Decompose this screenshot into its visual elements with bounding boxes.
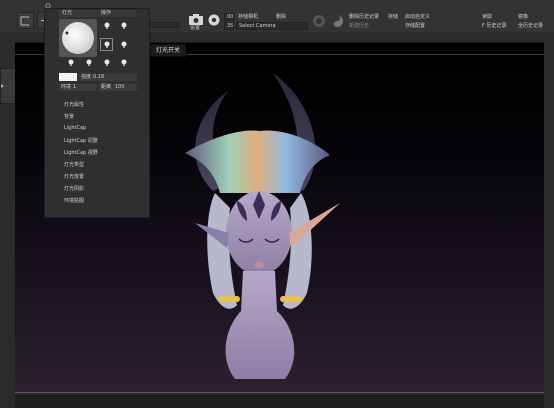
new-history-button[interactable]: 新建历史 xyxy=(349,23,369,29)
film-icon[interactable] xyxy=(206,13,222,27)
full-history-button[interactable]: 全历史记录 xyxy=(518,23,543,29)
light-bulb-icon[interactable] xyxy=(103,22,111,30)
blur-slider[interactable]: 环境 1 xyxy=(59,84,97,91)
menu-environment-map[interactable]: 环境贴图 xyxy=(64,197,84,204)
distance-value: 100 xyxy=(115,84,125,90)
tab-light[interactable]: 灯光 xyxy=(59,10,97,17)
menu-lightcap-view[interactable]: LightCap 视野 xyxy=(64,149,98,156)
read-button[interactable]: 读取 xyxy=(482,14,492,20)
light-panel: 灯光 操作 强度 0.18 环境 1 距离 100 灯光属性 背景 LightC… xyxy=(44,8,150,218)
viewport-bottom-border xyxy=(15,392,544,393)
right-tray xyxy=(544,42,554,408)
tab-light-label: 灯光 xyxy=(62,10,73,16)
delete-history-button[interactable]: 删除历史记录 xyxy=(349,14,379,20)
intensity-slider[interactable]: 强度 0.18 xyxy=(79,74,137,81)
light-bulb-icon[interactable] xyxy=(120,59,128,67)
save-button[interactable]: 存储 xyxy=(388,14,398,20)
menu-lightcap-adjust[interactable]: LightCap 调整 xyxy=(64,137,98,144)
tab-operate[interactable]: 操作 xyxy=(98,10,136,17)
camera-icon-caption: 设置 xyxy=(190,25,201,31)
menu-light-type[interactable]: 灯光类型 xyxy=(64,161,84,168)
save-config-button[interactable]: 存储配置 xyxy=(405,23,425,29)
save-camera-label[interactable]: 存储相机 xyxy=(238,14,258,20)
camera-index-35[interactable]: 35 xyxy=(224,22,234,30)
menu-background[interactable]: 背景 xyxy=(64,113,74,120)
gear-circle-icon[interactable] xyxy=(312,14,326,28)
history-button[interactable]: F 历史记录 xyxy=(482,23,506,29)
draw-tool-button[interactable] xyxy=(17,12,34,29)
distance-label: 距离 xyxy=(101,84,112,90)
menu-light-properties[interactable]: 灯光属性 xyxy=(64,101,84,108)
distance-slider[interactable]: 距离 100 xyxy=(99,84,137,91)
menu-lightcap[interactable]: LightCap xyxy=(64,125,86,131)
menu-light-placement[interactable]: 灯光放置 xyxy=(64,173,84,180)
tab-operate-label: 操作 xyxy=(101,10,112,16)
delete-camera-button[interactable]: 删除 xyxy=(276,14,286,20)
select-camera-field[interactable]: Select Camera xyxy=(236,22,308,30)
light-bulb-icon[interactable] xyxy=(103,59,111,67)
yin-yang-icon[interactable] xyxy=(330,14,344,28)
menu-light-shadow[interactable]: 灯光阴影 xyxy=(64,185,84,192)
light-color-swatch[interactable] xyxy=(59,73,77,81)
blur-value: 1 xyxy=(73,84,77,90)
light-bulb-icon[interactable] xyxy=(120,41,128,49)
light-bulb-icon[interactable] xyxy=(103,41,111,49)
light-preview-sphere[interactable] xyxy=(59,19,97,57)
light-toggle-tooltip: 灯光开关 xyxy=(150,44,186,57)
intensity-value: 0.18 xyxy=(93,74,105,80)
intensity-label: 强度 xyxy=(81,74,92,80)
blur-label: 环境 xyxy=(61,84,72,90)
lens-button[interactable]: 镜像 xyxy=(518,14,528,20)
light-bulb-icon[interactable] xyxy=(85,59,93,67)
camera-index[interactable]: 00 xyxy=(224,13,234,21)
light-bulb-icon[interactable] xyxy=(67,59,75,67)
light-bulb-icon[interactable] xyxy=(120,22,128,30)
auto-define-button[interactable]: 启动自定义 xyxy=(405,14,430,20)
